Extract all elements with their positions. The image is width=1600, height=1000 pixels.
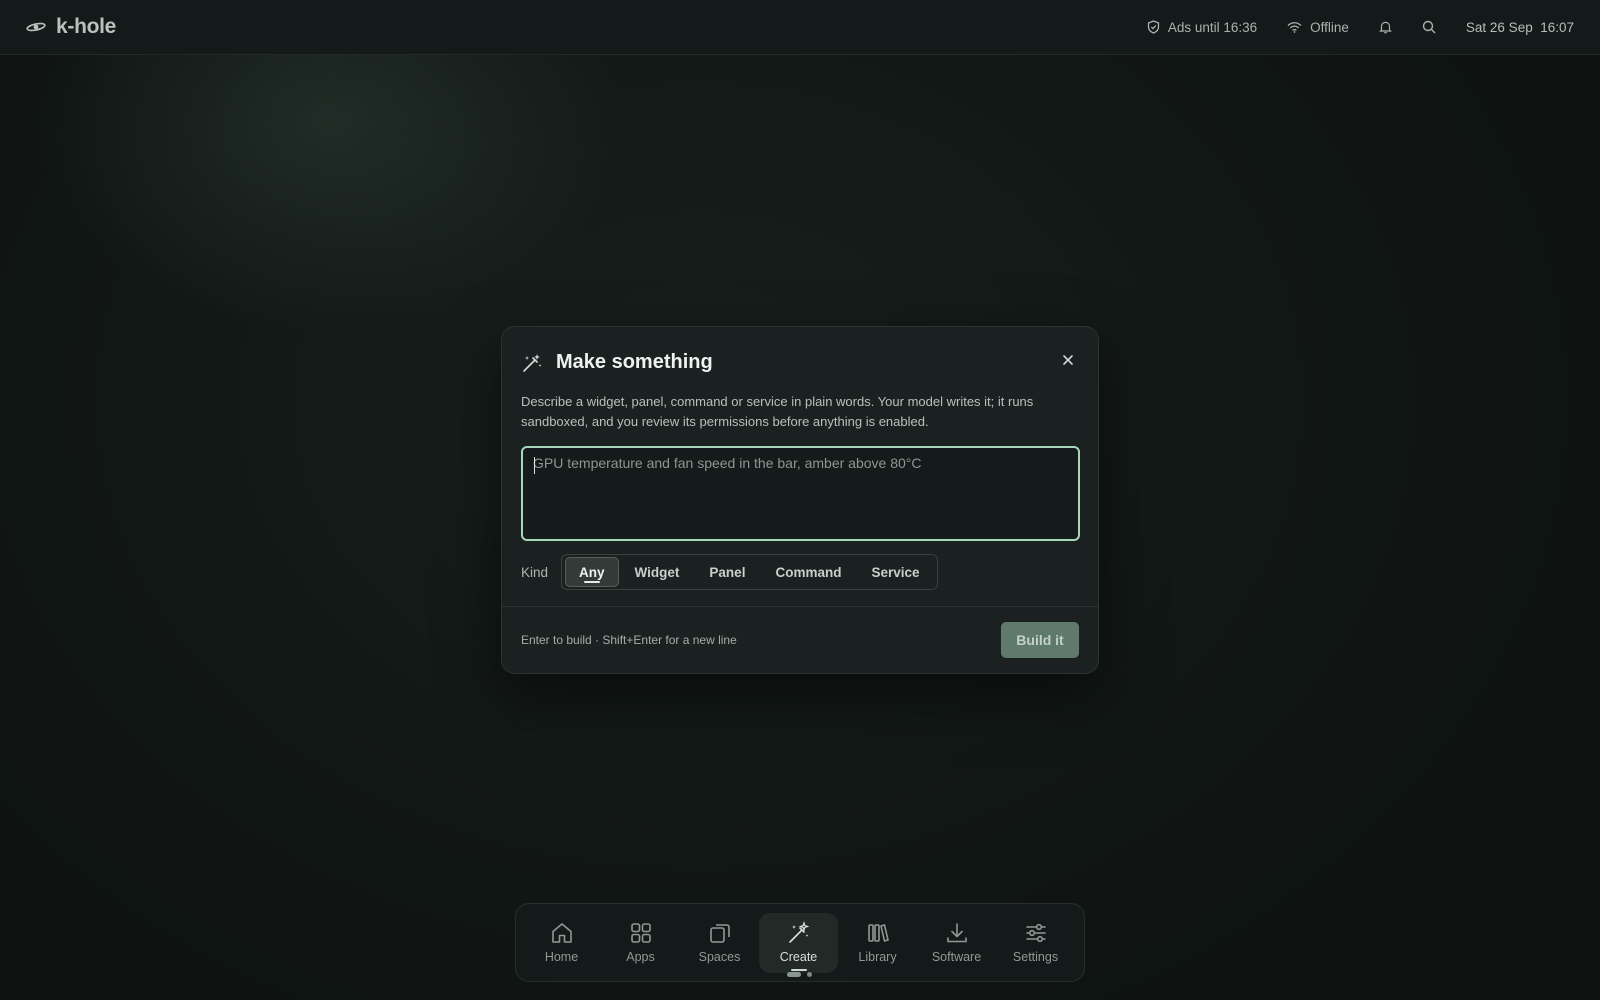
kind-option-command[interactable]: Command [761,557,855,587]
dock-pager [787,972,812,977]
clock-label: Sat 26 Sep 16:07 [1465,19,1574,35]
dock-item-label: Home [544,950,579,964]
dock-item-label: Create [779,950,818,964]
magic-wand-icon [787,921,811,950]
network-status[interactable]: Offline [1287,20,1349,35]
make-something-dialog: Make something Describe a widget, panel,… [501,326,1099,674]
bell-icon [1378,20,1392,34]
home-icon [550,921,574,950]
prompt-input[interactable] [523,448,1078,539]
ads-status-label: Ads until 16:36 [1167,19,1258,35]
prompt-input-wrapper [521,446,1080,541]
dialog-description: Describe a widget, panel, command or ser… [521,394,1034,429]
download-icon [945,921,969,950]
dock-item-label: Apps [626,950,655,964]
search-button[interactable] [1422,20,1436,34]
dock-item-label: Spaces [698,950,741,964]
brand[interactable]: k-hole [26,15,116,39]
dock-item-label: Software [931,950,982,964]
dock-item-settings[interactable]: Settings [996,913,1075,973]
kind-segmented-control: Any Widget Panel Command Service [561,554,938,590]
kind-option-any[interactable]: Any [565,557,619,587]
dock-item-apps[interactable]: Apps [601,913,680,973]
grid-icon [629,921,653,950]
dialog-title: Make something [556,351,713,373]
dock-item-label: Settings [1012,950,1059,964]
close-button[interactable] [1057,351,1079,373]
dock-item-library[interactable]: Library [838,913,917,973]
pager-dot-1[interactable] [787,972,801,977]
magic-wand-icon [521,352,543,374]
spaces-icon [708,921,732,950]
dock-item-create[interactable]: Create [759,912,838,973]
kind-option-panel[interactable]: Panel [695,557,759,587]
kind-label: Kind [521,564,549,580]
kind-option-widget[interactable]: Widget [621,557,694,587]
dock-item-software[interactable]: Software [917,913,996,973]
pager-dot-2[interactable] [807,972,812,977]
sliders-icon [1024,921,1048,950]
network-status-label: Offline [1310,19,1349,35]
brand-name: k-hole [56,15,117,38]
dock: Home Apps Spaces Create Library Software [515,903,1085,982]
keyboard-hint: Enter to build · Shift+Enter for a new l… [521,633,737,647]
shield-check-icon [1147,20,1160,34]
close-icon [1062,353,1074,371]
dialog-header: Make something [521,351,1079,374]
kind-option-service[interactable]: Service [857,557,933,587]
brand-logo-icon [26,21,46,33]
library-icon [866,921,890,950]
dock-item-home[interactable]: Home [522,913,601,973]
build-button[interactable]: Build it [1001,622,1079,658]
notifications-button[interactable] [1378,20,1392,34]
dock-item-label: Library [858,950,897,964]
kind-selector: Kind Any Widget Panel Command Service [521,554,938,590]
clock[interactable]: Sat 26 Sep 16:07 [1466,20,1574,35]
wifi-icon [1287,21,1302,33]
footer-divider [502,606,1098,607]
top-bar: k-hole Ads until 16:36 Offline Sat 26 Se… [0,0,1600,55]
ads-status[interactable]: Ads until 16:36 [1147,20,1257,35]
status-area: Ads until 16:36 Offline Sat 26 Sep 16:07 [1147,20,1574,35]
text-caret [534,457,535,474]
dock-item-spaces[interactable]: Spaces [680,913,759,973]
search-icon [1422,20,1436,34]
